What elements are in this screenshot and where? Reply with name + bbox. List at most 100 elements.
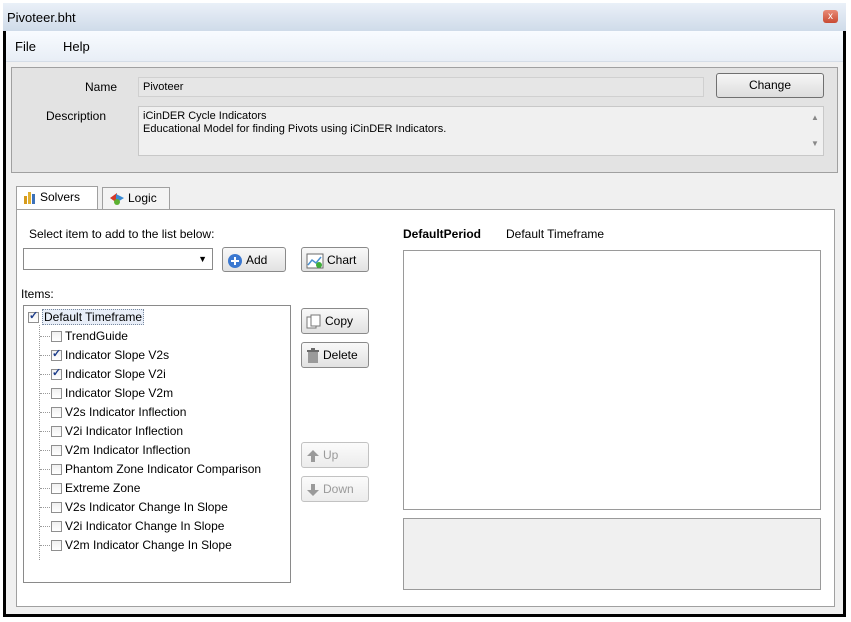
tree-branch	[40, 507, 50, 508]
checkbox[interactable]	[28, 309, 39, 323]
tree-item[interactable]: V2i Indicator Inflection	[51, 422, 183, 440]
chevron-down-icon: ▼	[198, 254, 207, 264]
checkbox[interactable]	[51, 539, 62, 551]
period-title: DefaultPeriod	[403, 227, 482, 241]
tree-connector	[39, 325, 40, 560]
period-subtitle: Default Timeframe	[506, 227, 605, 241]
trash-icon	[307, 347, 319, 363]
tree-item-label: V2m Indicator Change In Slope	[65, 538, 232, 552]
description-field[interactable]: iCinDER Cycle Indicators Educational Mod…	[138, 106, 824, 156]
description-panel	[403, 518, 821, 590]
description-scrollbar[interactable]: ▲ ▼	[807, 107, 823, 155]
window-title: Pivoteer.bht	[7, 10, 76, 25]
checkbox[interactable]	[51, 366, 62, 380]
scroll-up-icon[interactable]: ▲	[811, 113, 819, 122]
change-button[interactable]: Change	[716, 73, 824, 98]
up-button-label: Up	[323, 448, 339, 462]
bar-chart-icon	[24, 192, 35, 205]
tree-branch	[40, 545, 50, 546]
checkbox[interactable]	[51, 330, 62, 342]
tree-item[interactable]: Indicator Slope V2i	[51, 365, 166, 383]
title-bar[interactable]: Pivoteer.bht x	[3, 3, 846, 31]
tree-item[interactable]: Extreme Zone	[51, 479, 140, 497]
tab-logic-label: Logic	[128, 191, 157, 205]
logic-icon	[110, 193, 124, 206]
checkbox[interactable]	[51, 347, 62, 361]
menu-file[interactable]: File	[15, 39, 36, 54]
tab-solvers[interactable]: Solvers	[16, 186, 98, 210]
tree-item[interactable]: V2s Indicator Change In Slope	[51, 498, 228, 516]
tree-item-label: Indicator Slope V2i	[65, 367, 166, 381]
name-field[interactable]: Pivoteer	[138, 77, 704, 97]
checkbox[interactable]	[51, 406, 62, 418]
tree-item-label: Extreme Zone	[65, 481, 141, 495]
delete-button-label: Delete	[323, 348, 358, 362]
tree-item-label: V2i Indicator Inflection	[65, 424, 184, 438]
tree-item-label: Indicator Slope V2s	[65, 348, 170, 362]
checkbox[interactable]	[51, 387, 62, 399]
properties-panel[interactable]	[403, 250, 821, 510]
delete-button[interactable]: Delete	[301, 342, 369, 368]
solver-dropdown[interactable]: ▼	[23, 248, 213, 270]
tree-item-label: V2s Indicator Change In Slope	[65, 500, 228, 514]
checkbox[interactable]	[51, 425, 62, 437]
checkbox[interactable]	[51, 482, 62, 494]
chart-button-label: Chart	[327, 253, 357, 267]
tree-item[interactable]: V2s Indicator Inflection	[51, 403, 186, 421]
select-item-label: Select item to add to the list below:	[29, 227, 215, 241]
tree-root-default-timeframe[interactable]: Default Timeframe	[28, 308, 145, 326]
name-label: Name	[85, 80, 118, 94]
tree-item[interactable]: V2i Indicator Change In Slope	[51, 517, 224, 535]
close-button[interactable]: x	[823, 10, 838, 23]
tree-item[interactable]: Indicator Slope V2m	[51, 384, 173, 402]
tree-branch	[40, 488, 50, 489]
tree-branch	[40, 412, 50, 413]
add-button[interactable]: Add	[222, 247, 286, 272]
down-button[interactable]: Down	[301, 476, 369, 502]
chart-button[interactable]: Chart	[301, 247, 369, 272]
solvers-panel: Select item to add to the list below: ▼ …	[16, 209, 835, 607]
tree-branch	[40, 393, 50, 394]
copy-button-label: Copy	[325, 314, 354, 328]
items-tree[interactable]: Default Timeframe TrendGuide Indicator S…	[23, 305, 291, 583]
copy-icon	[306, 314, 321, 329]
tree-item[interactable]: Indicator Slope V2s	[51, 346, 169, 364]
checkbox[interactable]	[51, 463, 62, 475]
tree-item[interactable]: Phantom Zone Indicator Comparison	[51, 460, 261, 478]
tree-item-label: V2s Indicator Inflection	[65, 405, 187, 419]
description-line-1: iCinDER Cycle Indicators	[143, 110, 267, 122]
description-line-2: Educational Model for finding Pivots usi…	[143, 123, 447, 135]
chart-icon	[306, 253, 324, 269]
checkbox[interactable]	[51, 501, 62, 513]
checkbox[interactable]	[51, 444, 62, 456]
copy-button[interactable]: Copy	[301, 308, 369, 334]
menu-bar: File Help	[6, 31, 843, 62]
tree-branch	[40, 469, 50, 470]
menu-help[interactable]: Help	[63, 39, 90, 54]
tree-branch	[40, 374, 50, 375]
client-area: File Help Name Pivoteer Change Descripti…	[6, 31, 843, 614]
down-button-label: Down	[323, 482, 354, 496]
arrow-down-icon	[307, 483, 319, 496]
items-label: Items:	[21, 287, 54, 301]
add-icon	[228, 253, 242, 268]
up-button[interactable]: Up	[301, 442, 369, 468]
arrow-up-icon	[307, 449, 319, 462]
scroll-down-icon[interactable]: ▼	[811, 139, 819, 148]
tree-item[interactable]: V2m Indicator Change In Slope	[51, 536, 232, 554]
tree-item-label: Phantom Zone Indicator Comparison	[65, 462, 262, 476]
tree-branch	[40, 431, 50, 432]
tree-item-label: TrendGuide	[65, 329, 128, 343]
add-button-label: Add	[246, 253, 268, 267]
app-window: Pivoteer.bht x File Help Name Pivoteer C…	[3, 3, 846, 617]
tree-item-label: V2i Indicator Change In Slope	[65, 519, 225, 533]
tree-branch	[40, 336, 50, 337]
tree-item[interactable]: TrendGuide	[51, 327, 128, 345]
tree-branch	[40, 355, 50, 356]
description-label: Description	[46, 109, 107, 123]
tree-root-label: Default Timeframe	[42, 309, 145, 325]
tab-logic[interactable]: Logic	[102, 187, 170, 209]
tree-item[interactable]: V2m Indicator Inflection	[51, 441, 190, 459]
tree-item-label: V2m Indicator Inflection	[65, 443, 191, 457]
checkbox[interactable]	[51, 520, 62, 532]
